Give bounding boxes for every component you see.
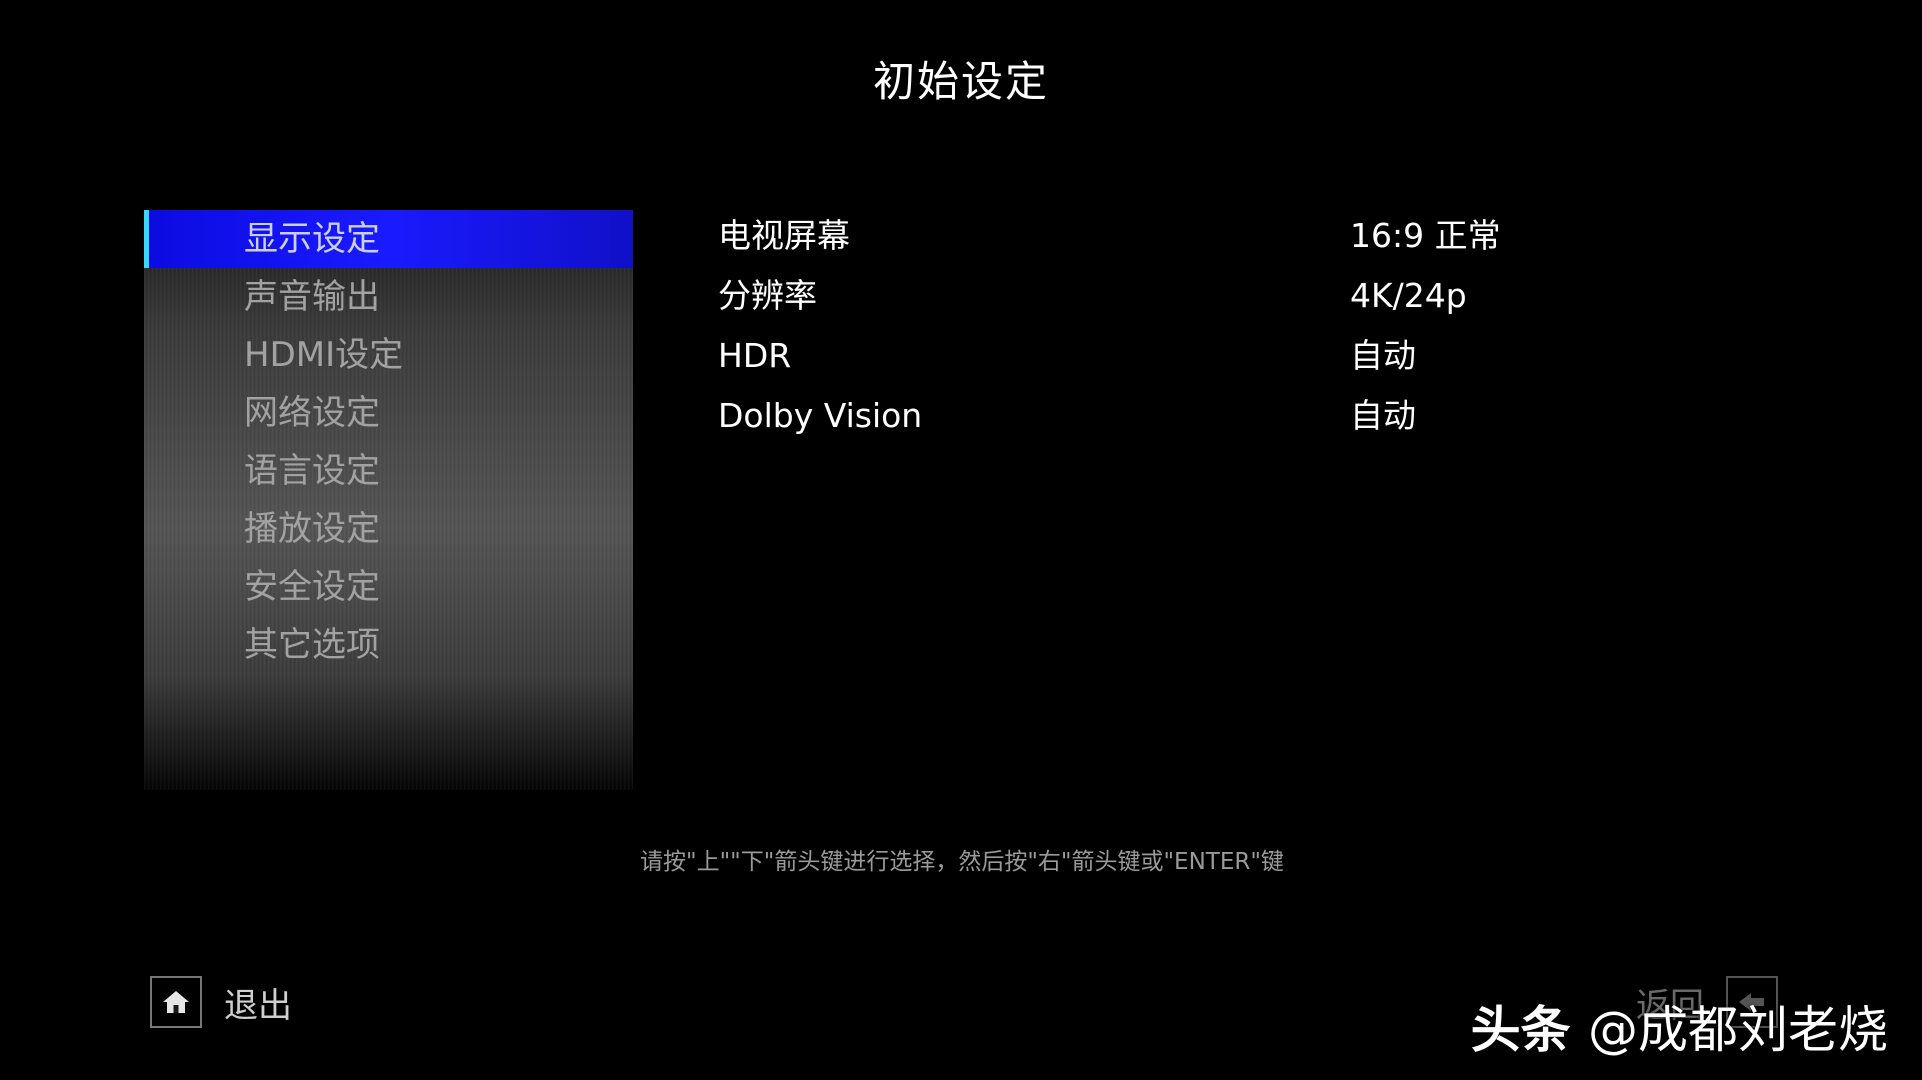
page-title: 初始设定 [872, 57, 1049, 106]
exit-label: 退出 [224, 985, 292, 1026]
setting-value: 4K/24p [1350, 276, 1467, 315]
setting-row-tv-screen[interactable]: 电视屏幕 16:9 正常 [718, 206, 1818, 266]
menu-item-language-settings[interactable]: 语言设定 [144, 442, 633, 500]
watermark-brand: 头条 [1470, 1001, 1571, 1059]
home-icon [150, 976, 202, 1028]
setting-value: 自动 [1350, 336, 1416, 375]
setting-label: 分辨率 [718, 276, 817, 315]
menu-item-playback-settings[interactable]: 播放设定 [144, 500, 633, 558]
exit-button[interactable]: 退出 [150, 974, 292, 1030]
watermark-handle: @成都刘老烧 [1588, 1001, 1888, 1059]
menu-panel: 显示设定 声音输出 HDMI设定 网络设定 语言设定 播放设定 安全设定 其它选… [144, 210, 633, 790]
menu-item-label: 播放设定 [244, 509, 380, 549]
setting-value: 自动 [1350, 396, 1416, 435]
menu-item-display-settings[interactable]: 显示设定 [144, 210, 633, 268]
menu-item-label: 语言设定 [244, 451, 380, 491]
setting-value: 16:9 正常 [1350, 216, 1501, 255]
menu-item-security-settings[interactable]: 安全设定 [144, 558, 633, 616]
setting-row-hdr[interactable]: HDR 自动 [718, 326, 1818, 386]
setting-row-resolution[interactable]: 分辨率 4K/24p [718, 266, 1818, 326]
setting-row-dolby-vision[interactable]: Dolby Vision 自动 [718, 386, 1818, 446]
menu-item-other-options[interactable]: 其它选项 [144, 616, 633, 674]
navigation-hint: 请按"上""下"箭头键进行选择，然后按"右"箭头键或"ENTER"键 [640, 849, 1284, 875]
menu-item-label: 显示设定 [244, 219, 380, 259]
setting-label: Dolby Vision [718, 396, 923, 435]
settings-screen: 初始设定 显示设定 声音输出 HDMI设定 网络设定 语言设定 播放设定 安全设… [0, 0, 1922, 1080]
setting-label: 电视屏幕 [718, 216, 850, 255]
menu-item-label: 网络设定 [244, 393, 380, 433]
menu-list: 显示设定 声音输出 HDMI设定 网络设定 语言设定 播放设定 安全设定 其它选… [144, 210, 633, 674]
menu-item-label: 声音输出 [244, 277, 380, 317]
menu-item-label: 安全设定 [244, 567, 380, 607]
menu-item-label: 其它选项 [244, 625, 380, 665]
menu-item-hdmi-settings[interactable]: HDMI设定 [144, 326, 633, 384]
settings-table: 电视屏幕 16:9 正常 分辨率 4K/24p HDR 自动 Dolby Vis… [718, 206, 1818, 446]
setting-label: HDR [718, 336, 792, 375]
watermark: 头条 @成都刘老烧 [1471, 990, 1888, 1062]
menu-item-label: HDMI设定 [244, 335, 404, 375]
menu-item-audio-output[interactable]: 声音输出 [144, 268, 633, 326]
menu-item-network-settings[interactable]: 网络设定 [144, 384, 633, 442]
